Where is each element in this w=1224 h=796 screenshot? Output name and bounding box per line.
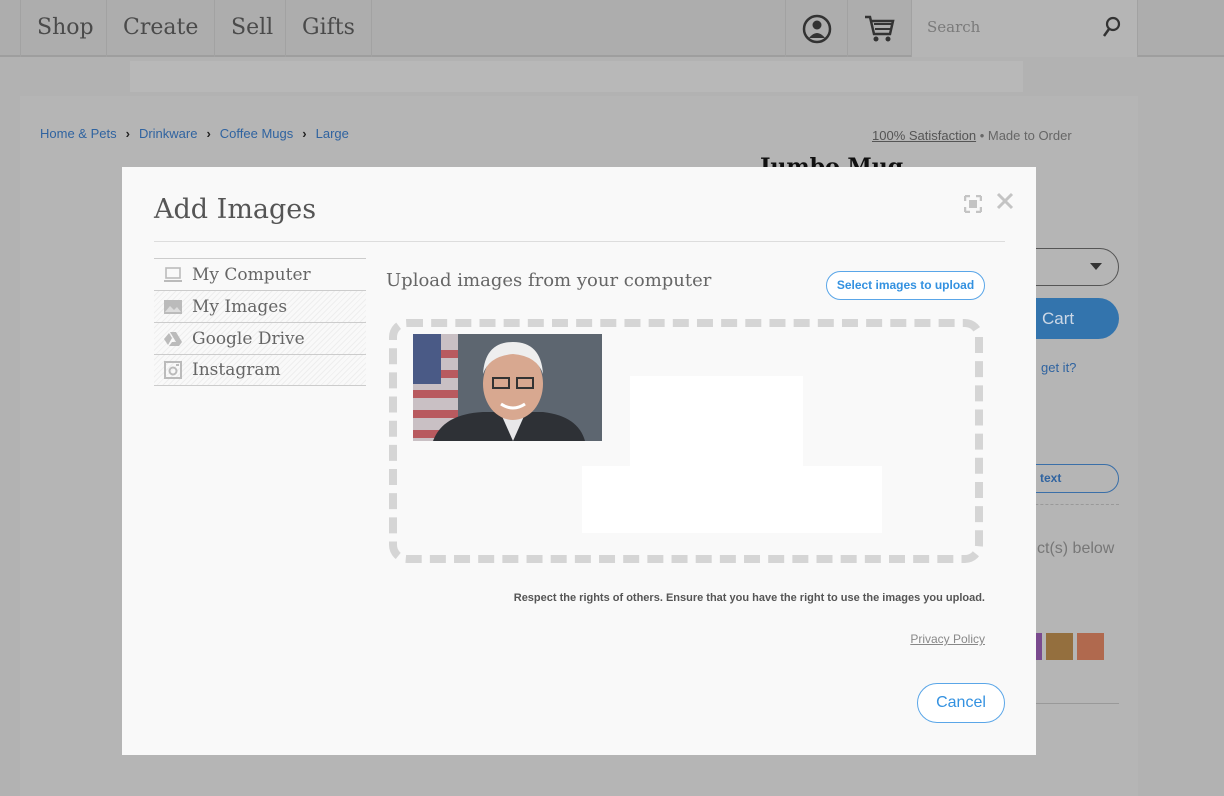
nav-shop[interactable]: Shop bbox=[20, 0, 110, 57]
promo-banner bbox=[130, 61, 1023, 92]
made-to-order: Made to Order bbox=[987, 128, 1072, 143]
cart-icon[interactable] bbox=[847, 0, 911, 57]
source-label: My Images bbox=[192, 296, 288, 317]
source-label: Instagram bbox=[192, 360, 281, 380]
close-icon[interactable] bbox=[995, 191, 1015, 217]
maximize-icon[interactable] bbox=[963, 193, 983, 219]
blank-region bbox=[630, 376, 803, 466]
modal-title: Add Images bbox=[154, 194, 317, 225]
instagram-icon bbox=[154, 361, 192, 379]
search-icon[interactable] bbox=[1101, 16, 1121, 38]
satisfaction-info: 100% Satisfaction • Made to Order bbox=[872, 128, 1072, 143]
search-input[interactable]: Search bbox=[911, 0, 1138, 57]
upload-title: Upload images from your computer bbox=[386, 270, 712, 291]
swatch-brown[interactable] bbox=[1046, 633, 1073, 660]
rights-notice: Respect the rights of others. Ensure tha… bbox=[513, 592, 985, 604]
source-google-drive[interactable]: Google Drive bbox=[154, 322, 366, 354]
nav-sell[interactable]: Sell bbox=[214, 0, 289, 57]
source-label: Google Drive bbox=[192, 328, 305, 349]
nav-gifts[interactable]: Gifts bbox=[285, 0, 372, 57]
swatch-orange[interactable] bbox=[1077, 633, 1104, 660]
get-it-link[interactable]: get it? bbox=[1041, 360, 1076, 375]
cancel-button[interactable]: Cancel bbox=[917, 683, 1005, 723]
nav-create[interactable]: Create bbox=[106, 0, 214, 57]
image-source-list: My Computer My Images Google Drive Insta… bbox=[154, 258, 366, 386]
divider bbox=[154, 241, 1005, 242]
product-title: Jumbo Mug bbox=[760, 154, 904, 167]
computer-icon bbox=[154, 266, 192, 283]
uploaded-image-thumbnail[interactable] bbox=[413, 334, 602, 441]
source-instagram[interactable]: Instagram bbox=[154, 354, 366, 386]
source-label: My Computer bbox=[192, 264, 311, 285]
source-my-computer[interactable]: My Computer bbox=[154, 258, 366, 290]
satisfaction-link[interactable]: 100% Satisfaction bbox=[872, 128, 976, 143]
source-my-images[interactable]: My Images bbox=[154, 290, 366, 322]
privacy-policy-link[interactable]: Privacy Policy bbox=[910, 632, 985, 646]
image-icon bbox=[154, 299, 192, 315]
select-images-button[interactable]: Select images to upload bbox=[826, 271, 985, 300]
google-drive-icon bbox=[154, 331, 192, 347]
breadcrumb-large[interactable]: Large bbox=[316, 126, 349, 141]
select-products-text: ct(s) below bbox=[1037, 540, 1115, 557]
top-nav: Shop Create Sell Gifts Search bbox=[0, 0, 1224, 57]
search-placeholder: Search bbox=[927, 18, 981, 36]
breadcrumb: Home & Pets › Drinkware › Coffee Mugs › Large bbox=[40, 126, 349, 141]
swatch-purple[interactable] bbox=[1036, 633, 1042, 660]
account-icon[interactable] bbox=[785, 0, 847, 57]
breadcrumb-coffee-mugs[interactable]: Coffee Mugs bbox=[220, 126, 293, 141]
add-images-modal: Add Images My Computer My Images Google … bbox=[122, 167, 1036, 755]
breadcrumb-home-pets[interactable]: Home & Pets bbox=[40, 126, 117, 141]
breadcrumb-drinkware[interactable]: Drinkware bbox=[139, 126, 198, 141]
blank-region bbox=[582, 466, 882, 533]
